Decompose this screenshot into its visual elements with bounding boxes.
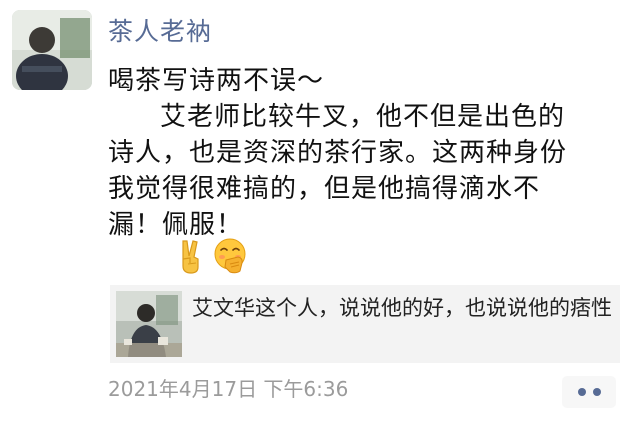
smiling-face-with-hand-over-mouth-icon [214, 238, 246, 274]
link-thumbnail-image [116, 291, 182, 357]
moments-post: 茶人老衲 喝茶写诗两不误～ 艾老师比较牛叉，他不但是出色的 诗人，也是资深的茶行… [0, 0, 640, 423]
victory-hand-icon [182, 240, 199, 274]
avatar[interactable] [12, 10, 92, 90]
link-thumbnail [116, 291, 182, 357]
post-timestamp: 2021年4月17日 下午6:36 [108, 377, 349, 401]
shared-link-card[interactable]: 艾文华这个人，说说他的好，也说说他的痞性 [110, 285, 620, 363]
post-line: 诗人，也是资深的茶行家。这两种身份 [108, 138, 568, 168]
post-line: 艾老师比较牛叉，他不但是出色的 [160, 102, 566, 132]
link-title: 艾文华这个人，说说他的好，也说说他的痞性 [192, 296, 612, 320]
dot-icon [592, 388, 601, 396]
post-text: 喝茶写诗两不误～ 艾老师比较牛叉，他不但是出色的 诗人，也是资深的茶行家。这两种… [108, 63, 624, 243]
author-name[interactable]: 茶人老衲 [108, 15, 212, 49]
emoji-row [172, 237, 250, 277]
avatar-image [12, 10, 92, 90]
dot-icon [577, 388, 586, 396]
post-line: 我觉得很难搞的，但是他搞得滴水不 [108, 174, 541, 204]
post-line: 喝茶写诗两不误～ [108, 66, 325, 96]
more-options-button[interactable] [562, 376, 616, 408]
